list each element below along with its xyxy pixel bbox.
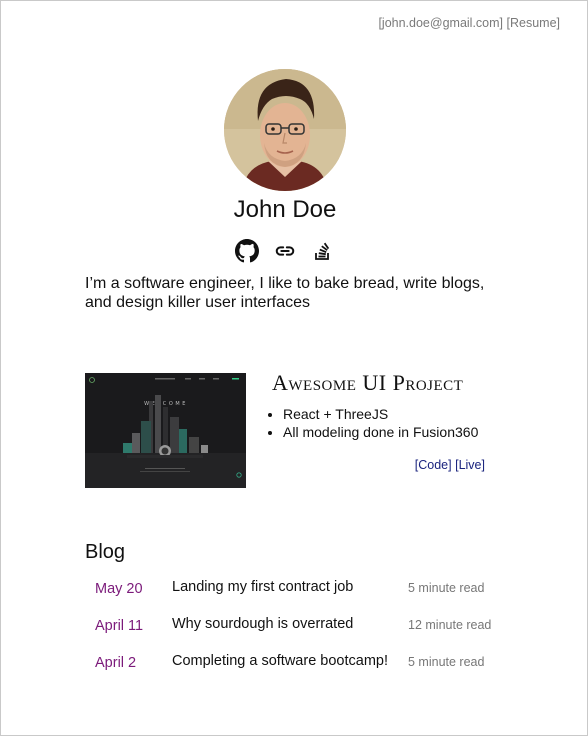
blog-post-title[interactable]: Completing a software bootcamp! [172,653,388,669]
blog-post-read-time: 12 minute read [408,618,492,632]
resume-link[interactable]: [Resume] [507,16,561,30]
project-links: [Code] [Live] [415,458,485,472]
code-link[interactable]: [Code] [415,458,452,472]
project-title: Awesome UI Project [272,370,464,395]
blog-post-read-time: 5 minute read [408,655,485,669]
email-link[interactable]: [john.doe@gmail.com] [378,16,503,30]
blog-post-date: April 11 [95,618,144,634]
blog-post-title[interactable]: Landing my first contract job [172,579,353,595]
bio-text: I’m a software engineer, I like to bake … [85,275,485,311]
link-icon[interactable] [272,238,298,264]
avatar-photo [224,69,346,191]
project-bullet: All modeling done in Fusion360 [283,423,478,441]
social-links [0,238,570,264]
project-bullets: React + ThreeJS All modeling done in Fus… [269,405,478,441]
blog-post-row[interactable]: April 11 Why sourdough is overrated 12 m… [85,615,505,637]
blog-post-row[interactable]: April 2 Completing a software bootcamp! … [85,652,505,674]
avatar [224,69,346,191]
blog-post-title[interactable]: Why sourdough is overrated [172,616,353,632]
project-bullet: React + ThreeJS [283,405,478,423]
profile-name: John Doe [233,196,337,223]
blog-post-read-time: 5 minute read [408,581,485,595]
blog-post-date: April 2 [95,655,137,671]
blog-post-date: May 20 [95,581,143,597]
header-links: [john.doe@gmail.com] [Resume] [378,16,560,30]
github-icon[interactable] [234,238,260,264]
project-preview-image[interactable]: W E L C O M E [85,373,246,488]
stackoverflow-icon[interactable] [310,238,336,264]
live-link[interactable]: [Live] [455,458,485,472]
blog-post-row[interactable]: May 20 Landing my first contract job 5 m… [85,578,505,600]
blog-heading: Blog [85,541,126,563]
